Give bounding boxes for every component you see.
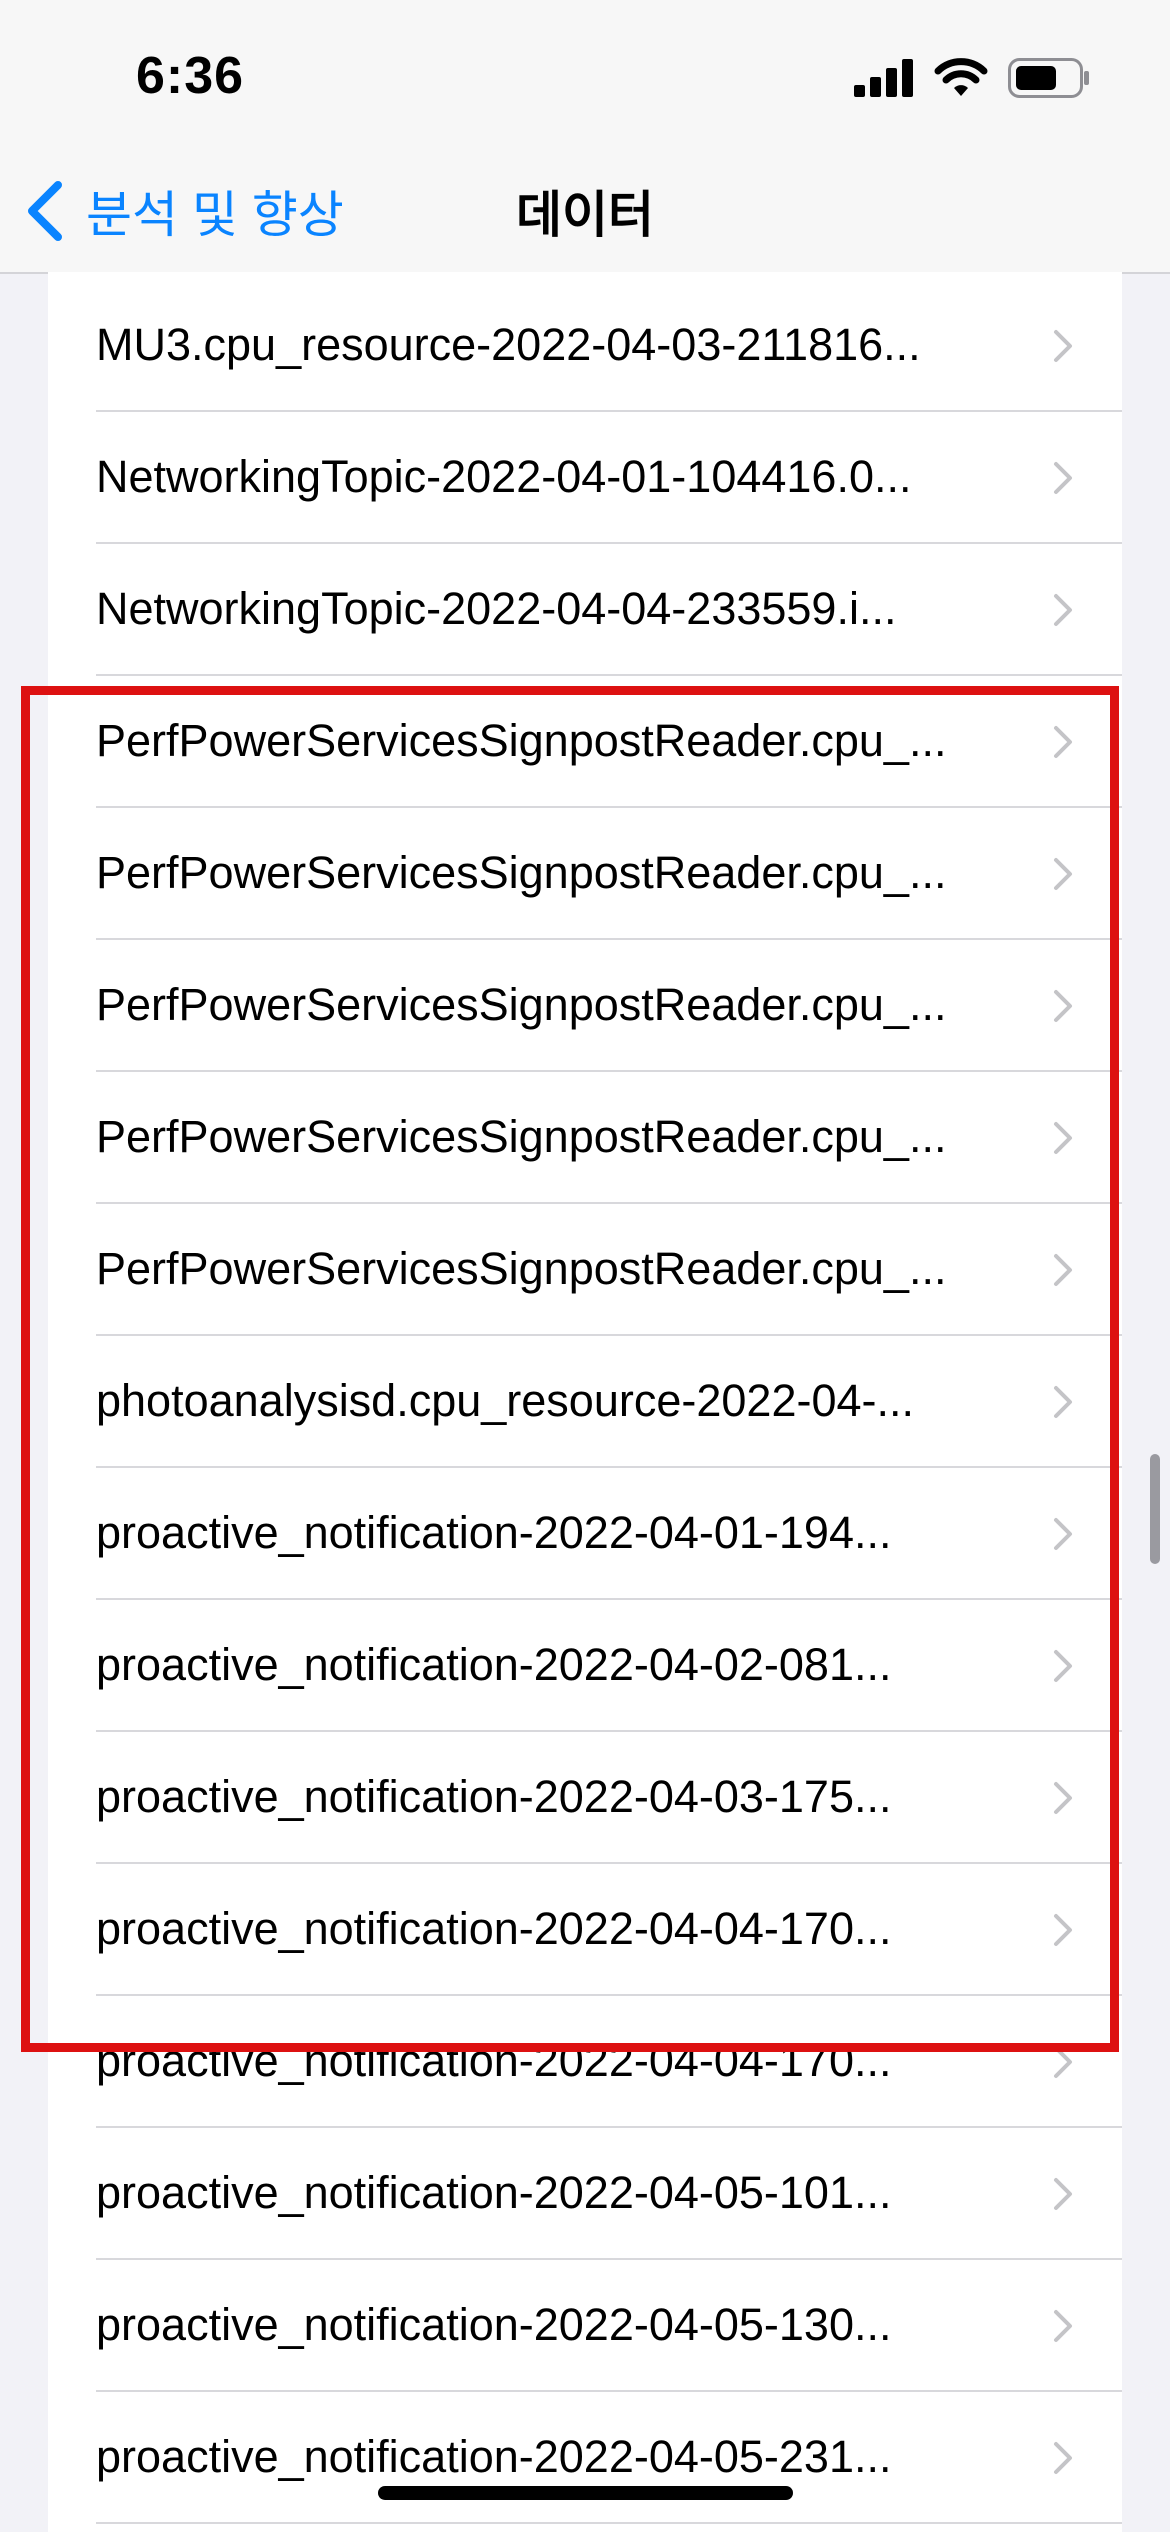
list-item-label: proactive_notification-2022-04-05-231... [96, 2431, 892, 2482]
list-item-label: proactive_notification-2022-04-05-101... [96, 2167, 892, 2218]
chevron-right-icon [1054, 330, 1072, 362]
list-item[interactable]: proactive_notification-2022-04-05-130... [48, 2260, 1122, 2392]
battery-icon [1008, 58, 1089, 98]
chevron-right-icon [1054, 462, 1072, 494]
cellular-signal-icon [854, 59, 913, 97]
list-item[interactable]: PerfPowerServicesSignpostReader.cpu_... [48, 940, 1122, 1072]
chevron-right-icon [1054, 2046, 1072, 2078]
list-item[interactable]: MU3.cpu_resource-2022-04-03-211816... [48, 280, 1122, 412]
chevron-right-icon [1054, 1650, 1072, 1682]
chevron-right-icon [1054, 1122, 1072, 1154]
list-item[interactable]: photoanalysisd.cpu_resource-2022-04-... [48, 1336, 1122, 1468]
list-item-label: proactive_notification-2022-04-05-130... [96, 2299, 892, 2350]
list-item[interactable]: proactive_notification-2022-04-02-081... [48, 1600, 1122, 1732]
list-item[interactable]: proactive_notification-2022-04-05-231... [48, 2392, 1122, 2524]
list-item-label: PerfPowerServicesSignpostReader.cpu_... [96, 715, 947, 766]
list-item[interactable]: proactive_notification-2022-04-01-194... [48, 1468, 1122, 1600]
chevron-right-icon [1054, 1914, 1072, 1946]
list-item-label: PerfPowerServicesSignpostReader.cpu_... [96, 847, 947, 898]
row-separator [96, 2522, 1122, 2524]
list-item-label: proactive_notification-2022-04-04-170... [96, 2035, 892, 2086]
list-item-label: NetworkingTopic-2022-04-01-104416.0... [96, 451, 912, 502]
chevron-right-icon [1054, 2442, 1072, 2474]
chevron-right-icon [1054, 990, 1072, 1022]
list-item-label: PerfPowerServicesSignpostReader.cpu_... [96, 1111, 947, 1162]
list-item[interactable]: NetworkingTopic-2022-04-01-104416.0... [48, 412, 1122, 544]
data-file-list: MU3.cpu_resource-2022-04-03-211816... Net… [48, 272, 1122, 2532]
list-item[interactable]: NetworkingTopic-2022-04-04-233559.i... [48, 544, 1122, 676]
navigation-bar: 분석 및 향상 데이터 [0, 150, 1170, 274]
chevron-right-icon [1054, 858, 1072, 890]
list-item[interactable]: PerfPowerServicesSignpostReader.cpu_... [48, 676, 1122, 808]
list-item[interactable]: PerfPowerServicesSignpostReader.cpu_... [48, 808, 1122, 940]
list-item[interactable]: proactive_notification-2022-04-04-170... [48, 1864, 1122, 1996]
list-item[interactable]: proactive_notification-2022-04-04-170... [48, 1996, 1122, 2128]
chevron-right-icon [1054, 1518, 1072, 1550]
list-item-label: PerfPowerServicesSignpostReader.cpu_... [96, 979, 947, 1030]
list-item-label: proactive_notification-2022-04-03-175... [96, 1771, 892, 1822]
page-title: 데이터 [516, 187, 654, 243]
status-time: 6:36 [136, 47, 245, 105]
wifi-icon [934, 58, 988, 96]
list-item[interactable]: proactive_notification-2022-04-03-175... [48, 1732, 1122, 1864]
list-item-label: PerfPowerServicesSignpostReader.cpu_... [96, 1243, 947, 1294]
list-item-label: NetworkingTopic-2022-04-04-233559.i... [96, 583, 897, 634]
list-item[interactable]: PerfPowerServicesSignpostReader.cpu_... [48, 1072, 1122, 1204]
list-item-label: MU3.cpu_resource-2022-04-03-211816... [96, 319, 921, 370]
list-item[interactable]: PerfPowerServicesSignpostReader.cpu_... [48, 1204, 1122, 1336]
list-item-label: photoanalysisd.cpu_resource-2022-04-... [96, 1375, 914, 1426]
chevron-right-icon [1054, 2178, 1072, 2210]
chevron-right-icon [1054, 2310, 1072, 2342]
chevron-right-icon [1054, 594, 1072, 626]
status-bar: 6:36 [0, 0, 1170, 150]
chevron-right-icon [1054, 1254, 1072, 1286]
list-item-label: proactive_notification-2022-04-02-081... [96, 1639, 892, 1690]
scroll-indicator[interactable] [1150, 1454, 1160, 1564]
chevron-right-icon [1054, 1386, 1072, 1418]
status-icons [854, 56, 1090, 100]
chevron-right-icon [1054, 1782, 1072, 1814]
list-item[interactable]: proactive_notification-2022-04-05-101... [48, 2128, 1122, 2260]
list-item-label: proactive_notification-2022-04-04-170... [96, 1903, 892, 1954]
home-indicator[interactable] [378, 2486, 793, 2500]
list-item-label: proactive_notification-2022-04-01-194... [96, 1507, 892, 1558]
chevron-right-icon [1054, 726, 1072, 758]
